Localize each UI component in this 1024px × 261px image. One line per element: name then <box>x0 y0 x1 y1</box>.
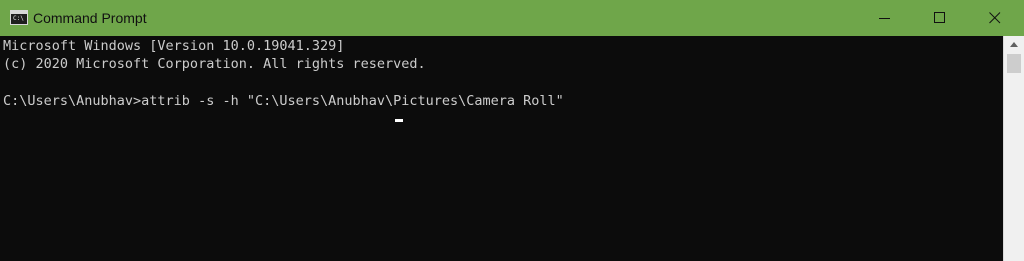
console-line: Microsoft Windows [Version 10.0.19041.32… <box>3 38 345 54</box>
triangle-up-icon <box>1010 42 1018 47</box>
title-bar[interactable]: C:\ Command Prompt <box>0 0 1024 36</box>
maximize-icon <box>934 12 945 23</box>
close-icon <box>989 12 1001 24</box>
console-line: (c) 2020 Microsoft Corporation. All righ… <box>3 56 426 72</box>
minimize-icon <box>879 18 890 19</box>
minimize-button[interactable] <box>862 0 908 36</box>
scrollbar-thumb[interactable] <box>1007 54 1021 73</box>
window-title: Command Prompt <box>33 10 147 26</box>
vertical-scrollbar[interactable] <box>1003 36 1024 261</box>
close-button[interactable] <box>972 0 1018 36</box>
command-line[interactable]: C:\Users\Anubhav>attrib -s -h "C:\Users\… <box>3 92 564 110</box>
icon-glyph: C:\ <box>13 15 24 22</box>
scroll-up-button[interactable] <box>1004 36 1024 53</box>
command-prompt-icon[interactable]: C:\ <box>10 10 28 25</box>
maximize-button[interactable] <box>917 0 963 36</box>
text-cursor <box>395 119 403 122</box>
console-output[interactable]: Microsoft Windows [Version 10.0.19041.32… <box>0 36 1003 261</box>
command-prompt-window: C:\ Command Prompt Microsoft Windows [Ve… <box>0 0 1024 261</box>
icon-bar <box>11 11 27 14</box>
